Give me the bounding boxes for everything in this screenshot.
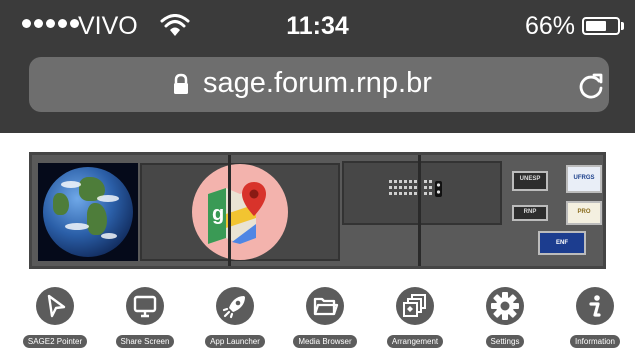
- monitor-icon: [126, 287, 164, 325]
- app-launcher-label: App Launcher: [205, 335, 265, 348]
- media-browser-button[interactable]: Media Browser: [285, 283, 365, 348]
- media-browser-label: Media Browser: [293, 335, 357, 348]
- battery-level: [586, 21, 606, 31]
- rocket-icon: [216, 287, 254, 325]
- arrangement-button[interactable]: Arrangement: [375, 283, 455, 348]
- rnp-logo[interactable]: RNP: [512, 205, 548, 221]
- info-icon: [576, 287, 614, 325]
- pro-logo[interactable]: PRO: [566, 201, 602, 225]
- unesp-logo[interactable]: UNESP: [512, 171, 548, 191]
- display-divider: [418, 155, 421, 266]
- settings-label: Settings: [485, 335, 525, 348]
- app-launcher-button[interactable]: App Launcher: [195, 283, 275, 348]
- reload-icon[interactable]: [577, 71, 605, 99]
- information-label: Information: [569, 335, 621, 348]
- stack-icon: [396, 287, 434, 325]
- arrangement-label: Arrangement: [386, 335, 444, 348]
- sage2-toolbar: SAGE2 Pointer Share Screen App Launcher …: [0, 283, 635, 348]
- maps-icon: g: [208, 182, 266, 244]
- url-text[interactable]: sage.forum.rnp.br: [203, 67, 432, 100]
- sage2-pointer-button[interactable]: SAGE2 Pointer: [15, 283, 95, 348]
- battery-cap: [621, 22, 624, 30]
- display-wall[interactable]: g UNESP UFRGS RNP PRO ENF: [29, 152, 606, 269]
- sage2-pointer-label: SAGE2 Pointer: [22, 335, 88, 348]
- ufrgs-logo[interactable]: UFRGS: [566, 165, 602, 193]
- pointer-icon: [36, 287, 74, 325]
- share-screen-button[interactable]: Share Screen: [105, 283, 185, 348]
- address-bar[interactable]: sage.forum.rnp.br: [29, 57, 609, 112]
- battery-percentage: 66%: [525, 12, 576, 40]
- browser-chrome: VIVO 11:34 66% sage.forum.rnp.br: [0, 0, 635, 133]
- svg-text:g: g: [212, 203, 224, 225]
- gear-icon: [486, 287, 524, 325]
- lock-icon: [174, 73, 188, 94]
- google-maps-icon[interactable]: g: [192, 164, 288, 260]
- settings-button[interactable]: Settings: [465, 283, 545, 348]
- earth-image-app[interactable]: [38, 163, 138, 261]
- battery-icon: [582, 17, 620, 35]
- share-screen-label: Share Screen: [115, 335, 175, 348]
- folder-icon: [306, 287, 344, 325]
- earth-globe: [43, 167, 133, 257]
- display-divider: [228, 155, 231, 266]
- enf-logo[interactable]: ENF: [538, 231, 586, 255]
- status-bar: VIVO 11:34 66%: [0, 0, 635, 48]
- information-button[interactable]: Information: [555, 283, 635, 348]
